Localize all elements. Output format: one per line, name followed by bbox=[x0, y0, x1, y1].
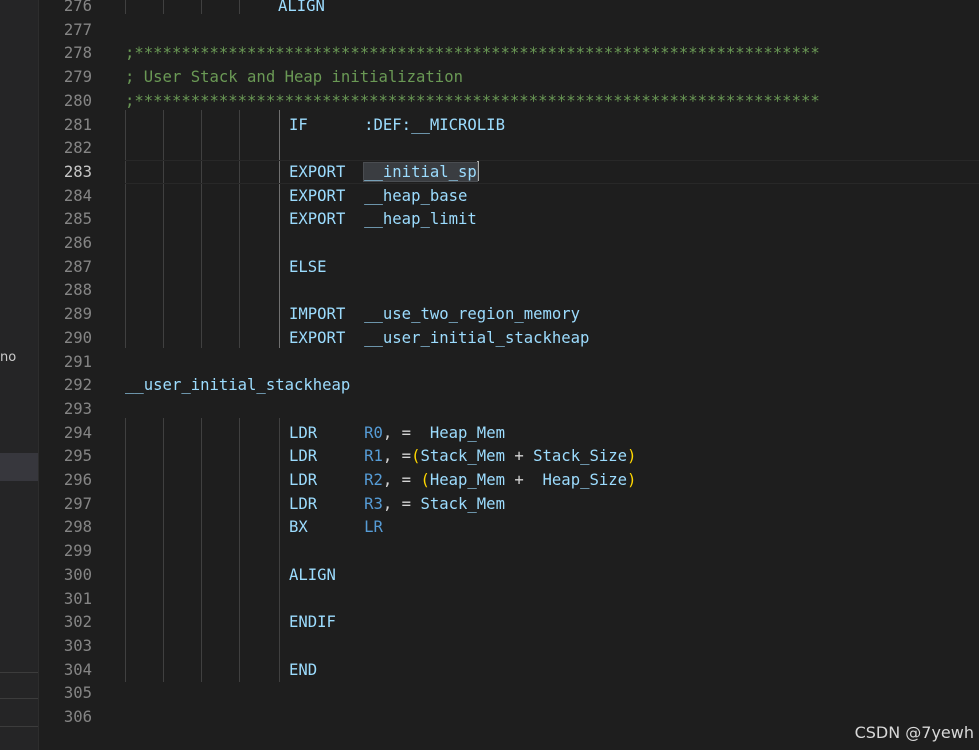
line-number: 289 bbox=[63, 305, 92, 324]
line-number: 304 bbox=[63, 660, 92, 679]
sidebar-divider bbox=[0, 672, 38, 673]
line-number: 300 bbox=[63, 565, 92, 584]
line-number: 278 bbox=[63, 44, 92, 63]
line-number: 284 bbox=[63, 186, 92, 205]
line-number: 287 bbox=[63, 257, 92, 276]
code-line[interactable]: 281 IF :DEF:__MICROLIB bbox=[39, 113, 979, 137]
watermark: CSDN @7yewh bbox=[854, 723, 974, 742]
code-line[interactable]: 302 ENDIF bbox=[39, 610, 979, 634]
code-text: ; User Stack and Heap initialization bbox=[125, 68, 463, 87]
line-number: 285 bbox=[63, 210, 92, 229]
code-line[interactable]: 298 BX LR bbox=[39, 515, 979, 539]
code-line[interactable]: 306 bbox=[39, 705, 979, 729]
code-text: ALIGN bbox=[278, 0, 325, 15]
code-text: ;***************************************… bbox=[125, 44, 820, 63]
line-number: 288 bbox=[63, 281, 92, 300]
line-number: 290 bbox=[63, 328, 92, 347]
sidebar-divider bbox=[0, 726, 38, 727]
code-text: EXPORT __user_initial_stackheap bbox=[289, 328, 590, 347]
code-line[interactable]: 295 LDR R1, =(Stack_Mem + Stack_Size) bbox=[39, 444, 979, 468]
line-number: 286 bbox=[63, 234, 92, 252]
code-line[interactable]: 288 bbox=[39, 278, 979, 302]
code-line[interactable]: 289 IMPORT __use_two_region_memory bbox=[39, 302, 979, 326]
code-line[interactable]: 291 bbox=[39, 350, 979, 374]
line-number: 282 bbox=[63, 139, 92, 158]
code-text: ALIGN bbox=[289, 565, 336, 584]
line-number: 298 bbox=[63, 518, 92, 537]
code-line[interactable]: 292 __user_initial_stackheap bbox=[39, 373, 979, 397]
line-number: 306 bbox=[63, 708, 92, 726]
code-line[interactable]: 285 EXPORT __heap_limit bbox=[39, 207, 979, 231]
code-line[interactable]: 300 ALIGN bbox=[39, 563, 979, 587]
line-number: 277 bbox=[63, 20, 92, 39]
line-number: 292 bbox=[63, 376, 92, 395]
code-line[interactable]: 284 EXPORT __heap_base bbox=[39, 184, 979, 208]
line-number: 283 bbox=[63, 162, 92, 181]
code-editor[interactable]: 276 ALIGN 277 278 ;*************************… bbox=[39, 0, 979, 750]
code-line[interactable]: 294 LDR R0, = Heap_Mem bbox=[39, 421, 979, 445]
code-line[interactable]: 278 ;************************************… bbox=[39, 41, 979, 65]
line-number: 280 bbox=[63, 91, 92, 110]
code-text: EXPORT __heap_base bbox=[289, 186, 468, 205]
code-line[interactable]: 301 bbox=[39, 587, 979, 611]
line-number: 303 bbox=[63, 636, 92, 655]
text-cursor bbox=[476, 160, 479, 181]
code-line[interactable]: 279 ; User Stack and Heap initialization bbox=[39, 65, 979, 89]
sidebar-panel: no bbox=[0, 0, 38, 750]
sidebar-selected-item[interactable] bbox=[0, 453, 38, 481]
code-line[interactable]: 297 LDR R3, = Stack_Mem bbox=[39, 492, 979, 516]
current-line-highlight bbox=[125, 159, 979, 184]
code-line[interactable]: 283 EXPORT __initial_sp bbox=[39, 159, 979, 184]
line-number: 293 bbox=[63, 399, 92, 418]
line-number: 296 bbox=[63, 471, 92, 489]
code-text: LDR R2, = (Heap_Mem + Heap_Size) bbox=[289, 471, 637, 489]
code-text: EXPORT __heap_limit bbox=[289, 210, 477, 229]
line-number: 276 bbox=[63, 0, 92, 15]
code-text: LDR R0, = Heap_Mem bbox=[289, 423, 505, 442]
line-number: 299 bbox=[63, 542, 92, 561]
code-line[interactable]: 290 EXPORT __user_initial_stackheap bbox=[39, 326, 979, 350]
code-line[interactable]: 277 bbox=[39, 18, 979, 42]
code-line[interactable]: 304 END bbox=[39, 658, 979, 682]
code-text: BX LR bbox=[289, 518, 383, 537]
code-text: LDR R1, =(Stack_Mem + Stack_Size) bbox=[289, 447, 637, 466]
code-line[interactable]: 286 bbox=[39, 231, 979, 255]
line-number: 301 bbox=[63, 589, 92, 608]
line-number: 291 bbox=[63, 352, 92, 371]
line-number: 279 bbox=[63, 68, 92, 87]
code-line[interactable]: 287 ELSE bbox=[39, 255, 979, 279]
code-text: EXPORT __initial_sp bbox=[289, 160, 479, 182]
sidebar-cut-text: no bbox=[0, 350, 17, 365]
code-text: IMPORT __use_two_region_memory bbox=[289, 305, 581, 324]
sidebar-divider bbox=[0, 698, 38, 699]
code-text: ENDIF bbox=[289, 613, 336, 632]
code-line[interactable]: 293 bbox=[39, 397, 979, 421]
code-line[interactable]: 303 bbox=[39, 634, 979, 658]
line-number: 295 bbox=[63, 447, 92, 466]
code-text: __user_initial_stackheap bbox=[125, 376, 351, 395]
code-line[interactable]: 299 bbox=[39, 539, 979, 563]
code-line[interactable]: 296 LDR R2, = (Heap_Mem + Heap_Size) bbox=[39, 468, 979, 492]
code-line[interactable]: 282 bbox=[39, 136, 979, 160]
line-number: 302 bbox=[63, 613, 92, 632]
code-text: IF :DEF:__MICROLIB bbox=[289, 115, 505, 134]
code-text: LDR R3, = Stack_Mem bbox=[289, 494, 505, 513]
line-number: 294 bbox=[63, 423, 92, 442]
code-line[interactable]: 276 ALIGN bbox=[39, 0, 979, 18]
code-line[interactable]: 280 ;************************************… bbox=[39, 89, 979, 113]
code-text: ELSE bbox=[289, 257, 327, 276]
code-text: ;***************************************… bbox=[125, 91, 820, 110]
code-line[interactable]: 305 bbox=[39, 681, 979, 705]
code-text: END bbox=[289, 660, 318, 679]
line-number: 297 bbox=[63, 494, 92, 513]
line-number: 281 bbox=[63, 115, 92, 134]
line-number: 305 bbox=[63, 684, 92, 703]
